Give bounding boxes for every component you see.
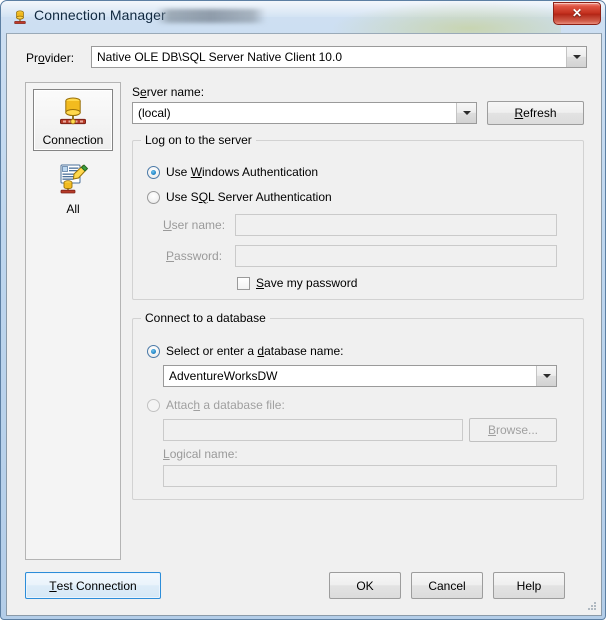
chevron-down-icon[interactable] [566,47,586,67]
radio-windows-authentication-label: Use Windows Authentication [166,165,318,179]
user-name-label-accel: U [163,218,172,232]
radio-attach-database-dot [147,399,160,412]
connection-manager-window: Connection Manager ✕ Provider: Native OL… [0,0,606,620]
logical-name-label-accel: L [163,447,170,461]
database-name-dropdown[interactable]: AdventureWorksDW [163,365,557,387]
chevron-down-icon[interactable] [536,366,556,386]
logon-group-title: Log on to the server [141,133,256,147]
save-my-password-label: Save my password [256,276,357,290]
database-connection-icon [57,95,89,129]
help-button[interactable]: Help [493,572,565,599]
password-label: Password: [166,249,222,263]
sidebar-item-all[interactable]: All [33,157,113,219]
window-title: Connection Manager [34,7,166,23]
dialog-client-area: Provider: Native OLE DB\SQL Server Nativ… [6,33,602,616]
server-name-label-pre: S [132,85,141,99]
browse-button-accel: B [487,423,496,437]
sidebar-item-connection-label: Connection [42,133,104,147]
logical-name-label: Logical name: [163,447,238,461]
radio-sql-auth-accel: Q [198,190,209,204]
radio-sql-authentication-label: Use SQL Server Authentication [166,190,332,204]
radio-sql-auth-pre: Use S [166,190,199,204]
radio-windows-authentication-dot [147,166,160,179]
navigation-panel: Connection All [25,82,121,560]
sidebar-item-all-label: All [66,202,80,216]
logical-name-input[interactable] [163,465,557,487]
refresh-button-accel: R [514,106,524,120]
browse-button[interactable]: Browse... [469,418,557,442]
provider-label-pre: Pr [26,51,38,65]
resize-grip[interactable] [585,600,597,612]
radio-attach-database-label: Attach a database file: [166,398,285,412]
provider-dropdown[interactable]: Native OLE DB\SQL Server Native Client 1… [91,46,587,68]
radio-windows-auth-pre: Use [166,165,191,179]
user-name-label: User name: [163,218,225,232]
radio-windows-auth-accel: W [190,165,203,179]
titlebar-glass-tint [331,1,561,35]
radio-select-database-dot [147,345,160,358]
server-name-value: (local) [138,106,171,120]
logical-name-label-post: ogical name: [169,447,238,461]
radio-select-db-post: atabase name: [264,344,344,358]
redacted-title-region [156,9,266,23]
save-password-post: ave my password [264,276,358,290]
password-label-post: assword: [174,249,223,263]
cancel-button[interactable]: Cancel [411,572,483,599]
password-input[interactable] [235,245,557,267]
checkbox-box-icon [237,277,250,290]
provider-label-post: vider: [44,51,75,65]
radio-select-db-pre: Select or enter a [166,344,258,358]
radio-attach-db-pre: Attac [166,398,194,412]
refresh-button[interactable]: Refresh [487,101,584,125]
provider-label: Provider: [26,51,74,65]
user-name-input[interactable] [235,214,557,236]
save-password-accel: S [256,276,265,290]
connection-manager-icon [12,9,28,25]
radio-select-database-label: Select or enter a database name: [166,344,343,358]
server-name-dropdown[interactable]: (local) [132,102,477,124]
ok-button[interactable]: OK [329,572,401,599]
database-group: Connect to a database Select or enter a … [132,311,584,500]
database-name-value: AdventureWorksDW [169,369,278,383]
logon-group: Log on to the server Use Windows Authent… [132,133,584,300]
server-name-label: Server name: [132,85,204,99]
chevron-down-icon[interactable] [456,103,476,123]
attach-database-file-input[interactable] [163,419,463,441]
refresh-button-post: efresh [523,106,557,120]
radio-windows-auth-post: indows Authentication [202,165,319,179]
user-name-label-post: ser name: [171,218,226,232]
test-connection-button[interactable]: Test Connection [25,572,161,599]
radio-attach-db-post: a database file: [200,398,285,412]
test-connection-accel: T [49,578,57,593]
all-properties-icon [57,162,89,196]
server-name-label-accel: e [140,85,147,99]
server-name-label-post: rver name: [146,85,205,99]
provider-label-accel: o [38,51,45,65]
database-group-title: Connect to a database [141,311,270,325]
test-connection-post: est Connection [56,578,137,593]
provider-value: Native OLE DB\SQL Server Native Client 1… [97,50,342,64]
title-bar[interactable]: Connection Manager ✕ [1,1,605,35]
sidebar-item-connection[interactable]: Connection [33,89,113,151]
close-icon[interactable]: ✕ [553,2,601,25]
radio-sql-auth-post: L Server Authentication [208,190,332,204]
radio-sql-authentication-dot [147,191,160,204]
password-label-accel: P [166,249,175,263]
browse-button-post: rowse... [496,423,539,437]
